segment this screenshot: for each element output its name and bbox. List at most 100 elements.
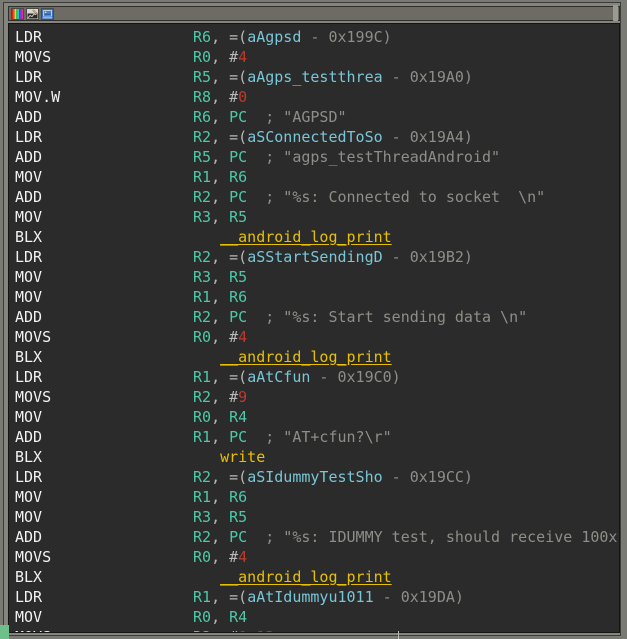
disassembly-line[interactable]: MOVR0, R4 [9,407,619,427]
bottom-divider-tick [398,631,399,639]
number-token: 9 [238,388,247,406]
disassembly-line[interactable]: BLX __android_log_print [9,227,619,247]
operand-indent [193,568,220,586]
disassembly-line[interactable]: LDRR2, =(aSIdummyTestSho - 0x19CC) [9,467,619,487]
disassembly-line[interactable]: MOV.WR8, #0 [9,87,619,107]
register-token: R4 [229,608,247,626]
instruction-operands: R1, R6 [193,168,247,186]
punctuation-token: , =( [211,128,247,146]
instruction-mnemonic: MOV [15,287,193,307]
register-token: R1 [193,168,211,186]
comment-token: - 0x19DA) [374,588,464,606]
disassembly-line[interactable]: LDRR2, =(aSConnectedToSo - 0x19A4) [9,127,619,147]
disassembly-line[interactable]: ADDR5, PC ; "agps_testThreadAndroid" [9,147,619,167]
disassembly-line[interactable]: LDRR5, =(aAgps_testthrea - 0x19A0) [9,67,619,87]
function-name-token[interactable]: __android_log_print [220,348,392,366]
register-token: PC [229,428,247,446]
function-name-token[interactable]: __android_log_print [220,568,392,586]
disassembly-line[interactable]: BLX __android_log_print [9,347,619,367]
label-token[interactable]: aAgps_testthrea [247,68,382,86]
punctuation-token: , [211,168,229,186]
instruction-mnemonic: MOVS [15,627,193,633]
instruction-operands: R2, PC ; "%s: Connected to socket \n" [193,188,545,206]
punctuation-token: , =( [211,248,247,266]
disassembly-line[interactable]: MOVSR2, #9 [9,387,619,407]
instruction-mnemonic: MOVS [15,47,193,67]
disassembly-line[interactable]: MOVSR0, #4 [9,547,619,567]
instruction-mnemonic: BLX [15,447,193,467]
disassembly-code-pane[interactable]: LDRR6, =(aAgpsd - 0x199C)MOVSR0, #4LDRR5… [8,23,620,633]
register-token: R6 [229,288,247,306]
disassembly-line[interactable]: MOVR0, R4 [9,607,619,627]
disassembly-line[interactable]: MOVSR2, #0x13 [9,627,619,633]
graph-edit-icon[interactable] [26,8,39,20]
instruction-operands: R2, PC ; "%s: IDUMMY test, should receiv… [193,528,620,546]
disassembly-line[interactable]: BLX __android_log_print [9,567,619,587]
disassembly-line[interactable]: LDRR1, =(aAtCfun - 0x19C0) [9,367,619,387]
disassembly-line[interactable]: MOVR1, R6 [9,167,619,187]
instruction-operands: R6, PC ; "AGPSD" [193,108,347,126]
register-token: R8 [193,88,211,106]
label-token[interactable]: aSIdummyTestSho [247,468,382,486]
color-palette-icon[interactable] [11,8,24,20]
disassembly-line[interactable]: MOVR3, R5 [9,507,619,527]
instruction-mnemonic: ADD [15,107,193,127]
disassembly-line[interactable]: MOVR1, R6 [9,287,619,307]
comment-token: ; "%s: Start sending data \n" [247,308,527,326]
disassembly-line[interactable]: ADDR2, PC ; "%s: IDUMMY test, should rec… [9,527,619,547]
instruction-operands: __android_log_print [193,348,392,366]
instruction-operands: R6, =(aAgpsd - 0x199C) [193,28,392,46]
disassembly-line[interactable]: ADDR2, PC ; "%s: Connected to socket \n" [9,187,619,207]
punctuation-token: , [211,268,229,286]
disassembly-line[interactable]: MOVR3, R5 [9,267,619,287]
disassembly-line[interactable]: ADDR1, PC ; "AT+cfun?\r" [9,427,619,447]
register-token: PC [229,308,247,326]
punctuation-token: , [211,208,229,226]
register-token: PC [229,188,247,206]
instruction-mnemonic: LDR [15,27,193,47]
disassembly-line[interactable]: LDRR2, =(aSStartSendingD - 0x19B2) [9,247,619,267]
register-token: R5 [229,208,247,226]
ida-disassembly-window: LDRR6, =(aAgpsd - 0x199C)MOVSR0, #4LDRR5… [0,0,627,639]
disassembly-line[interactable]: LDRR1, =(aAtIdummyu1011 - 0x19DA) [9,587,619,607]
number-token: 0x13 [238,628,274,633]
instruction-mnemonic: ADD [15,187,193,207]
instruction-operands: R0, R4 [193,408,247,426]
disassembly-line[interactable]: LDRR6, =(aAgpsd - 0x199C) [9,27,619,47]
register-token: R2 [193,528,211,546]
register-token: R1 [193,428,211,446]
punctuation-token: , # [211,88,238,106]
disassembly-line[interactable]: ADDR2, PC ; "%s: Start sending data \n" [9,307,619,327]
instruction-mnemonic: MOV [15,487,193,507]
register-token: R1 [193,488,211,506]
punctuation-token: , [211,108,229,126]
operand-indent [193,348,220,366]
register-token: R2 [193,628,211,633]
label-token[interactable]: aAtIdummyu1011 [247,588,373,606]
instruction-operands: R1, =(aAtIdummyu1011 - 0x19DA) [193,588,464,606]
label-token[interactable]: aSConnectedToSo [247,128,382,146]
punctuation-token: , [211,528,229,546]
disassembly-line[interactable]: MOVR3, R5 [9,207,619,227]
instruction-operands: R2, =(aSIdummyTestSho - 0x19CC) [193,468,473,486]
disassembly-line[interactable]: MOVSR0, #4 [9,47,619,67]
function-name-token[interactable]: write [220,448,265,466]
function-name-token[interactable]: __android_log_print [220,228,392,246]
instruction-mnemonic: MOV [15,207,193,227]
image-view-icon[interactable] [41,8,54,20]
label-token[interactable]: aSStartSendingD [247,248,382,266]
register-token: R2 [193,248,211,266]
instruction-operands: R0, #4 [193,548,247,566]
punctuation-token: , =( [211,468,247,486]
label-token[interactable]: aAgpsd [247,28,301,46]
comment-token: ; "AT+cfun?\r" [247,428,392,446]
comment-token: - 0x19A0) [383,68,473,86]
disassembly-line[interactable]: BLX write [9,447,619,467]
label-token[interactable]: aAtCfun [247,368,310,386]
disassembly-line[interactable]: MOVR1, R6 [9,487,619,507]
instruction-mnemonic: LDR [15,67,193,87]
instruction-mnemonic: MOV [15,407,193,427]
disassembly-line[interactable]: ADDR6, PC ; "AGPSD" [9,107,619,127]
disassembly-line[interactable]: MOVSR0, #4 [9,327,619,347]
disassembly-lines: LDRR6, =(aAgpsd - 0x199C)MOVSR0, #4LDRR5… [9,24,619,632]
